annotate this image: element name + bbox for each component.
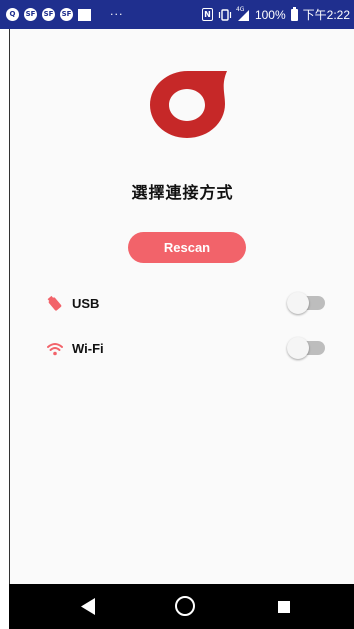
- connection-row-wifi: Wi-Fi: [10, 336, 354, 362]
- screen-edge: [0, 29, 9, 584]
- signal-indicator: 4G: [235, 5, 250, 21]
- page-title: 選擇連接方式: [131, 183, 234, 202]
- connection-label: USB: [72, 296, 100, 311]
- wifi-toggle[interactable]: [287, 336, 327, 360]
- usb-toggle[interactable]: [287, 291, 327, 315]
- notification-icon: SF: [24, 8, 37, 21]
- toggle-thumb: [287, 337, 309, 359]
- battery-icon: [290, 6, 298, 21]
- notification-square-icon: [78, 8, 91, 21]
- toggle-thumb: [287, 292, 309, 314]
- connection-label: Wi-Fi: [72, 341, 104, 356]
- app-logo-icon: [150, 71, 227, 138]
- recents-icon[interactable]: [278, 601, 290, 613]
- app-content: 選擇連接方式 Rescan USB Wi-Fi: [9, 29, 354, 584]
- more-notifications-icon: ···: [110, 8, 124, 21]
- connection-row-usb: USB: [10, 291, 354, 317]
- rescan-button[interactable]: Rescan: [128, 232, 246, 263]
- battery-percent: 100%: [254, 7, 286, 22]
- notification-icon: Q: [6, 8, 19, 21]
- network-type-label: 4G: [235, 5, 245, 13]
- home-icon[interactable]: [175, 596, 195, 616]
- back-icon[interactable]: [81, 598, 97, 615]
- vibrate-icon: [218, 8, 232, 21]
- notification-icon: SF: [42, 8, 55, 21]
- notification-area: Q SF SF SF ···: [6, 8, 124, 21]
- system-indicators: N 4G 100% 下午2:22: [201, 5, 350, 23]
- status-bar: Q SF SF SF ··· N 4G 100% 下午2:22: [0, 0, 354, 29]
- clock: 下午2:22: [302, 8, 350, 22]
- notification-icon: SF: [60, 8, 73, 21]
- usb-icon: [47, 295, 62, 311]
- nfc-icon: N: [201, 8, 213, 21]
- navigation-bar: [9, 584, 354, 629]
- wifi-icon: [47, 343, 63, 356]
